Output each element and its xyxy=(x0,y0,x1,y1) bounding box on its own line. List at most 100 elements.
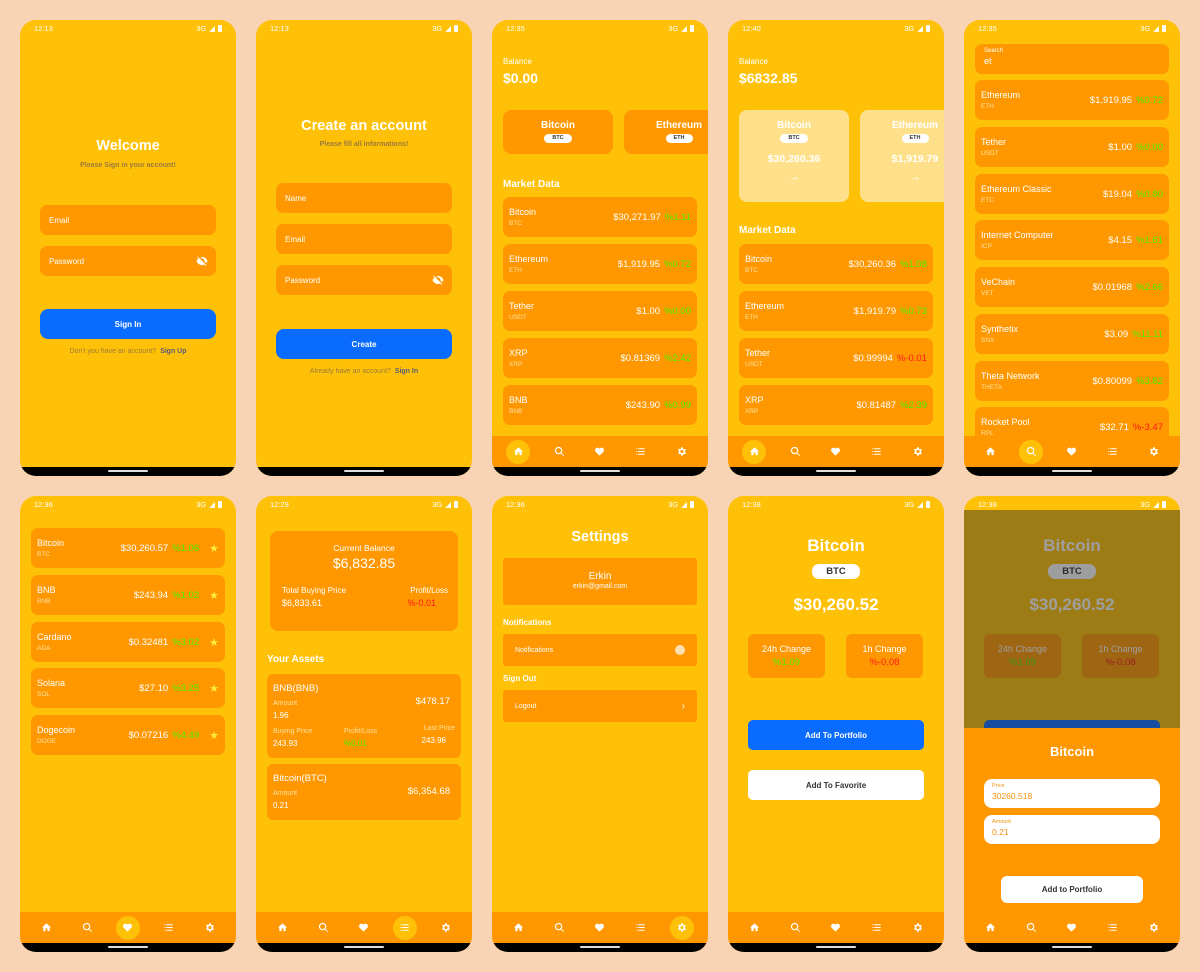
nav-gear-button[interactable] xyxy=(1142,440,1166,464)
sign-in-link[interactable]: Sign In xyxy=(395,368,418,375)
nav-heart-button[interactable] xyxy=(824,440,848,464)
logout-button[interactable]: Logout › xyxy=(503,690,697,722)
coin-row[interactable]: Bitcoin BTC $30,260.36 %1.08 xyxy=(739,244,933,284)
holding-card[interactable]: Ethereum ETH xyxy=(624,110,708,154)
add-to-portfolio-button[interactable]: Add To Portfolio xyxy=(748,720,924,750)
email-field[interactable]: Email xyxy=(276,224,452,254)
coin-row[interactable]: Tether USDT $0.99994 %-0.01 xyxy=(739,338,933,378)
coin-row[interactable]: Solana SOL $27.10 %3.25 ★ xyxy=(31,668,225,708)
coin-row[interactable]: Ethereum ETH $1,919.95 %0.72 xyxy=(975,80,1169,120)
nav-search-button[interactable] xyxy=(311,916,335,940)
coin-row[interactable]: Tether USDT $1.00 %0.00 xyxy=(503,291,697,331)
coin-row[interactable]: XRP XRP $0.81487 %2.39 xyxy=(739,385,933,425)
nav-home-button[interactable] xyxy=(270,916,294,940)
search-input[interactable]: Search et xyxy=(975,44,1169,74)
eye-off-icon[interactable] xyxy=(196,255,208,267)
coin-row[interactable]: Ethereum Classic ETC $19.04 %0.80 xyxy=(975,174,1169,214)
sign-up-link[interactable]: Sign Up xyxy=(160,348,186,355)
nav-gear-button[interactable] xyxy=(906,440,930,464)
coin-symbol: VET xyxy=(981,290,994,297)
nav-search-button[interactable] xyxy=(1019,439,1044,464)
nav-gear-button[interactable] xyxy=(906,916,930,940)
nav-search-button[interactable] xyxy=(547,440,571,464)
nav-heart-button[interactable] xyxy=(588,440,612,464)
password-field[interactable]: Password xyxy=(276,265,452,295)
price-field[interactable]: Price 30260.518 xyxy=(984,779,1160,808)
asset-name: BNB xyxy=(273,683,293,694)
nav-heart-button[interactable] xyxy=(588,916,612,940)
coin-row[interactable]: Synthetix SNX $3.09 %11.11 xyxy=(975,314,1169,354)
nav-list-button[interactable] xyxy=(1101,440,1125,464)
price-value: 30260.518 xyxy=(992,791,1033,801)
nav-home-button[interactable] xyxy=(506,439,531,464)
add-to-portfolio-submit-button[interactable]: Add to Portfolio xyxy=(1001,876,1143,903)
nav-home-button[interactable] xyxy=(34,916,58,940)
coin-row[interactable]: Cardano ADA $0.32481 %3.02 ★ xyxy=(31,622,225,662)
nav-heart-button[interactable] xyxy=(115,915,140,940)
nav-list-button[interactable] xyxy=(392,915,417,940)
holding-card[interactable]: Bitcoin BTC xyxy=(503,110,613,154)
nav-home-button[interactable] xyxy=(742,916,766,940)
nav-search-button[interactable] xyxy=(75,916,99,940)
nav-home-button[interactable] xyxy=(742,439,767,464)
coin-change: %0.00 xyxy=(1136,141,1163,153)
asset-card[interactable]: Bitcoin(BTC) Amount 0.21 $6,354.68 xyxy=(267,764,461,820)
nav-search-button[interactable] xyxy=(547,916,571,940)
nav-heart-button[interactable] xyxy=(352,916,376,940)
coin-row[interactable]: Bitcoin BTC $30,271.97 %1.11 xyxy=(503,197,697,237)
coin-row[interactable]: Dogecoin DOGE $0.07216 %4.49 ★ xyxy=(31,715,225,755)
name-field[interactable]: Name xyxy=(276,183,452,213)
nav-list-button[interactable] xyxy=(1101,916,1125,940)
coin-row[interactable]: Ethereum ETH $1,919.95 %0.72 xyxy=(503,244,697,284)
arrow-right-icon[interactable]: → xyxy=(860,171,944,183)
coin-row[interactable]: XRP XRP $0.81369 %2.42 xyxy=(503,338,697,378)
nav-gear-button[interactable] xyxy=(198,916,222,940)
notifications-toggle[interactable] xyxy=(675,645,685,655)
star-icon[interactable]: ★ xyxy=(209,542,219,555)
coin-row[interactable]: Theta Network THETA $0.80099 %3.82 xyxy=(975,361,1169,401)
star-icon[interactable]: ★ xyxy=(209,729,219,742)
nav-gear-button[interactable] xyxy=(434,916,458,940)
coin-row[interactable]: Ethereum ETH $1,919.79 %0.73 xyxy=(739,291,933,331)
coin-row[interactable]: Internet Computer ICP $4.15 %1.61 xyxy=(975,220,1169,260)
modal-overlay[interactable] xyxy=(964,510,1180,728)
coin-row[interactable]: BNB BNB $243.90 %0.99 xyxy=(503,385,697,425)
nav-list-button[interactable] xyxy=(865,440,889,464)
sign-in-button[interactable]: Sign In xyxy=(40,309,216,339)
coin-row[interactable]: BNB BNB $243.94 %1.02 ★ xyxy=(31,575,225,615)
nav-gear-button[interactable] xyxy=(1142,916,1166,940)
asset-card[interactable]: BNB(BNB) Amount 1.96 $478.17 Buying Price 243… xyxy=(267,674,461,758)
nav-heart-button[interactable] xyxy=(824,916,848,940)
eye-off-icon[interactable] xyxy=(432,274,444,286)
nav-home-button[interactable] xyxy=(978,916,1002,940)
nav-list-button[interactable] xyxy=(629,440,653,464)
star-icon[interactable]: ★ xyxy=(209,589,219,602)
email-field[interactable]: Email xyxy=(40,205,216,235)
nav-search-button[interactable] xyxy=(783,440,807,464)
add-to-favorite-button[interactable]: Add To Favorite xyxy=(748,770,924,800)
create-button[interactable]: Create xyxy=(276,329,452,359)
password-field[interactable]: Password xyxy=(40,246,216,276)
network-label: 3G xyxy=(432,23,443,33)
nav-list-button[interactable] xyxy=(157,916,181,940)
coin-row[interactable]: Bitcoin BTC $30,260.57 %1.06 ★ xyxy=(31,528,225,568)
nav-list-button[interactable] xyxy=(629,916,653,940)
nav-search-button[interactable] xyxy=(1019,916,1043,940)
nav-list-button[interactable] xyxy=(865,916,889,940)
nav-heart-button[interactable] xyxy=(1060,916,1084,940)
star-icon[interactable]: ★ xyxy=(209,682,219,695)
nav-gear-button[interactable] xyxy=(670,440,694,464)
coin-row[interactable]: VeChain VET $0.01968 %2.66 xyxy=(975,267,1169,307)
nav-home-button[interactable] xyxy=(506,916,530,940)
nav-gear-button[interactable] xyxy=(669,915,694,940)
coin-name: Theta Network xyxy=(981,371,1040,381)
nav-heart-button[interactable] xyxy=(1060,440,1084,464)
nav-search-button[interactable] xyxy=(783,916,807,940)
arrow-right-icon[interactable]: → xyxy=(739,171,849,183)
amount-field[interactable]: Amount 0.21 xyxy=(984,815,1160,844)
holding-card[interactable]: Bitcoin BTC $30,260.36 → xyxy=(739,110,849,202)
star-icon[interactable]: ★ xyxy=(209,636,219,649)
coin-row[interactable]: Tether USDT $1.00 %0.00 xyxy=(975,127,1169,167)
holding-card[interactable]: Ethereum ETH $1,919.79 → xyxy=(860,110,944,202)
nav-home-button[interactable] xyxy=(978,440,1002,464)
